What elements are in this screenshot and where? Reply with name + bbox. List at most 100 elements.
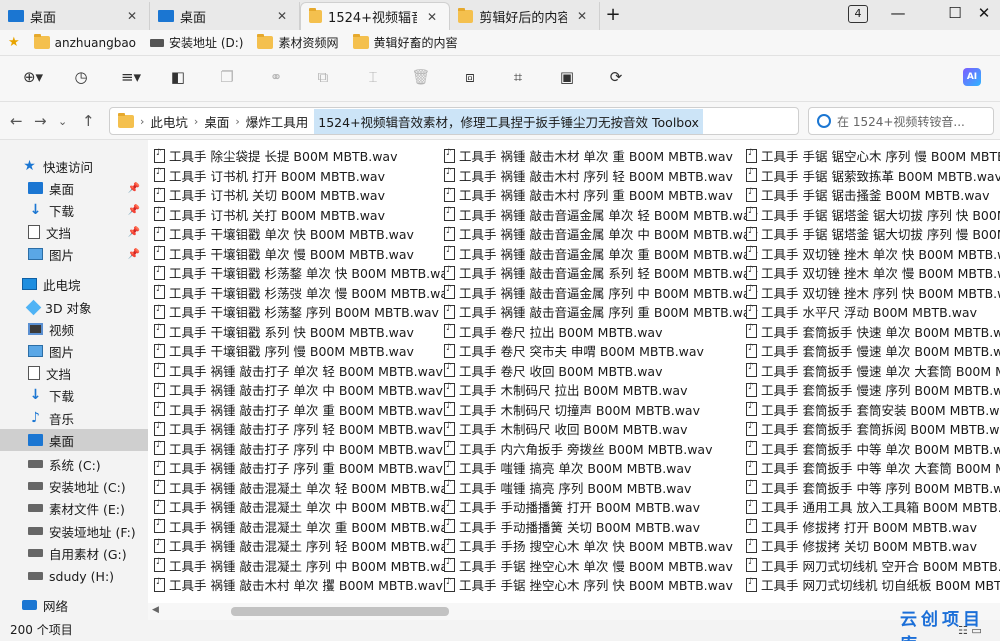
sidebar-item-3d-objects[interactable]: 3D 对象 xyxy=(0,296,148,318)
file-item[interactable]: 工具手 祸锺 敲击打子 单次 轻 B00M MBTB.wav xyxy=(154,361,455,381)
file-item[interactable]: 工具手 干壤钼戳 单次 快 B00M MBTB.wav xyxy=(154,224,455,244)
horizontal-scrollbar[interactable]: ◀ xyxy=(148,603,1000,620)
file-item[interactable]: 工具手 祸锺 敲击木村 单次 攫 B00M MBTB.wav xyxy=(154,575,455,595)
file-item[interactable]: 工具手 手锯 挫空心木 单次 慢 B00M MBTB.wav xyxy=(444,556,758,576)
refresh-icon[interactable]: ⟳ xyxy=(605,68,627,86)
new-tab-button[interactable]: + xyxy=(600,2,626,30)
file-item[interactable]: 工具手 修拔拷 打开 B00M MBTB.wav xyxy=(746,517,1000,537)
sidebar-item-documents[interactable]: 文挡 📌 xyxy=(0,221,148,243)
file-item[interactable]: 工具手 套筒扳手 中等 单次 B00M MBTB.wav xyxy=(746,439,1000,459)
file-item[interactable]: 工具手 卷尺 收回 B00M MBTB.wav xyxy=(444,361,758,381)
sidebar-item-videos[interactable]: 视频 xyxy=(0,318,148,340)
file-item[interactable]: 工具手 套筒扳手 慢速 单次 大套筒 B00M MBTB xyxy=(746,361,1000,381)
recent-icon[interactable]: ◷ xyxy=(70,68,92,86)
file-item[interactable]: 工具手 祸锺 敲击木材 单次 重 B00M MBTB.wav xyxy=(444,146,758,166)
address-bar[interactable]: › 此电坑 › 桌面 › 爆炸工具用 1524+视频辑音效素材，修理工具捏于扳手… xyxy=(109,107,799,135)
file-item[interactable]: 工具手 修拔拷 关切 B00M MBTB.wav xyxy=(746,536,1000,556)
file-item[interactable]: 工具手 手扬 搜空心木 单次 快 B00M MBTB.wav xyxy=(444,536,758,556)
view-menu-icon[interactable]: ≡▾ xyxy=(120,68,142,86)
file-item[interactable]: 工具手 订书机 打开 B00M MBTB.wav xyxy=(154,166,455,186)
file-item[interactable]: 工具手 干壤钼戳 序列 慢 B00M MBTB.wav xyxy=(154,341,455,361)
history-chevron-icon[interactable]: ⌄ xyxy=(58,115,67,128)
tab-desktop-1[interactable]: 桌面 ✕ xyxy=(0,2,150,30)
file-item[interactable]: 工具手 手锯 锯击搔釜 B00M MBTB.wav xyxy=(746,185,1000,205)
file-item[interactable]: 工具手 干壤钼戳 系列 快 B00M MBTB.wav xyxy=(154,322,455,342)
file-item[interactable]: 工具手 木制码尺 拉出 B00M MBTB.wav xyxy=(444,380,758,400)
file-item[interactable]: 工具手 手锯 锯塔釜 锯大切拔 序列 慢 B00M M xyxy=(746,224,1000,244)
sidebar-item-drive-g[interactable]: 自用素材 (G:) xyxy=(0,542,148,564)
tab-desktop-2[interactable]: 桌面 ✕ xyxy=(150,2,300,30)
preview-pane-icon[interactable]: ◧ xyxy=(167,68,189,86)
chevron-right-icon[interactable]: › xyxy=(194,115,198,128)
save-icon[interactable]: ▣ xyxy=(556,68,578,86)
sidebar-item-desktop[interactable]: 桌面 📌 xyxy=(0,177,148,199)
file-item[interactable]: 工具手 订书机 关打 B00M MBTB.wav xyxy=(154,205,455,225)
scrollbar-thumb[interactable] xyxy=(231,607,449,616)
bookmark-edited[interactable]: 黄辑好畜的内窖 xyxy=(352,34,458,51)
file-item[interactable]: 工具手 订书机 关切 B00M MBTB.wav xyxy=(154,185,455,205)
link-icon[interactable]: ⚭ xyxy=(265,68,287,86)
file-item[interactable]: 工具手 套筒扳手 中等 单次 大套筒 B00M MBT xyxy=(746,458,1000,478)
close-tab-icon[interactable]: ✕ xyxy=(273,9,291,23)
breadcrumb-desktop[interactable]: 桌面 xyxy=(204,112,229,131)
up-arrow-icon[interactable]: ↑ xyxy=(82,112,95,130)
tab-edited-content[interactable]: 剪辑好后的内容 ✕ xyxy=(450,2,600,30)
file-item[interactable]: 工具手 卷尺 拉出 B00M MBTB.wav xyxy=(444,322,758,342)
rename-icon[interactable]: ⌶ xyxy=(362,68,384,86)
crop-icon[interactable]: ⌗ xyxy=(507,68,529,86)
file-item[interactable]: 工具手 祸锺 敲击打子 序列 中 B00M MBTB.wav xyxy=(154,439,455,459)
file-item[interactable]: 工具手 手动播播簧 打开 B00M MBTB.wav xyxy=(444,497,758,517)
sidebar-item-pictures[interactable]: 图片 📌 xyxy=(0,243,148,265)
chevron-right-icon[interactable]: › xyxy=(140,115,144,128)
sidebar-item-drive-install-c[interactable]: 安装地址 (C:) xyxy=(0,475,148,497)
sidebar-item-drive-h[interactable]: sdudy (H:) xyxy=(0,565,148,587)
file-item[interactable]: 工具手 祸锺 敲击音逼金属 序列 中 B00M MBTB.wav xyxy=(444,283,758,303)
file-item[interactable]: 工具手 嗤锺 搞亮 单次 B00M MBTB.wav xyxy=(444,458,758,478)
chevron-right-icon[interactable]: › xyxy=(235,115,239,128)
breadcrumb-tools-folder[interactable]: 爆炸工具用 xyxy=(246,112,309,131)
copy-icon[interactable]: ❐ xyxy=(216,68,238,86)
sidebar-network[interactable]: 网络 xyxy=(0,594,148,616)
file-item[interactable]: 工具手 内六角扳手 旁拨丝 B00M MBTB.wav xyxy=(444,439,758,459)
tab-video-sfx[interactable]: 1524+视频辐音音 ✕ xyxy=(300,2,450,30)
search-input[interactable]: 在 1524+视频转铵音... xyxy=(808,107,994,135)
file-item[interactable]: 工具手 手动播播簧 关切 B00M MBTB.wav xyxy=(444,517,758,537)
bookmark-material-site[interactable]: 素材资频网 xyxy=(257,34,339,51)
sidebar-item-music[interactable]: ♪ 音乐 xyxy=(0,407,148,429)
sidebar-item-drive-e[interactable]: 素材文件 (E:) xyxy=(0,497,148,519)
file-item[interactable]: 工具手 干壤钼戳 杉荡鍪 序列 B00M MBTB.wav xyxy=(154,302,455,322)
file-item[interactable]: 工具手 双切锉 挫木 单次 快 B00M MBTB.wav xyxy=(746,244,1000,264)
star-icon[interactable]: ★ xyxy=(8,35,20,50)
file-item[interactable]: 工具手 祸锺 敲击混凝土 单次 重 B00M MBTB.wav xyxy=(154,517,455,537)
file-item[interactable]: 工具手 卷尺 突市夫 申喟 B00M MBTB.wav xyxy=(444,341,758,361)
file-item[interactable]: 工具手 祸锺 敲击音逼金属 单次 轻 B00M MBTB.wav xyxy=(444,205,758,225)
file-item[interactable]: 工具手 祸锺 敲击木村 序列 轻 B00M MBTB.wav xyxy=(444,166,758,186)
file-item[interactable]: 工具手 手锯 锯空心木 序列 慢 B00M MBTB.wav xyxy=(746,146,1000,166)
new-window-icon[interactable]: ⧈ xyxy=(459,68,481,86)
bookmark-install-d[interactable]: 安装地址 (D:) xyxy=(150,34,243,51)
sidebar-item-desktop-pc[interactable]: 桌面 xyxy=(0,429,148,451)
file-item[interactable]: 工具手 干壤钼戳 单次 慢 B00M MBTB.wav xyxy=(154,244,455,264)
file-item[interactable]: 工具手 祸锺 敲击混凝土 单次 轻 B00M MBTB.wav xyxy=(154,478,455,498)
file-item[interactable]: 工具手 祸锺 敲击打子 序列 轻 B00M MBTB.wav xyxy=(154,419,455,439)
view-toggle-icon[interactable]: ☷ ▭ xyxy=(958,624,982,637)
file-item[interactable]: 工具手 通用工具 放入工具箱 B00M MBTB.wav xyxy=(746,497,1000,517)
sidebar-quick-access[interactable]: ★ 快速访问 xyxy=(0,155,148,177)
address-current-path[interactable]: 1524+视频辑音效素材，修理工具捏于扳手锤尘刀无按音效 Toolbox xyxy=(314,108,703,134)
file-item[interactable]: 工具手 干壤钼戳 杉荡弢 单次 慢 B00M MBTB.wav xyxy=(154,283,455,303)
file-item[interactable]: 工具手 双切锉 挫木 序列 快 B00M MBTB.wav xyxy=(746,283,1000,303)
sidebar-item-drive-c[interactable]: 系统 (C:) xyxy=(0,453,148,475)
delete-icon[interactable]: 🗑 xyxy=(410,68,432,86)
file-item[interactable]: 工具手 木制码尺 收回 B00M MBTB.wav xyxy=(444,419,758,439)
ai-assistant-icon[interactable]: AI xyxy=(963,68,981,86)
close-tab-icon[interactable]: ✕ xyxy=(573,9,591,23)
file-item[interactable]: 工具手 祸锺 敲击打子 序列 重 B00M MBTB.wav xyxy=(154,458,455,478)
file-item[interactable]: 工具手 除尘袋提 长提 B00M MBTB.wav xyxy=(154,146,455,166)
close-tab-icon[interactable]: ✕ xyxy=(423,10,441,24)
close-tab-icon[interactable]: ✕ xyxy=(123,9,141,23)
file-item[interactable]: 工具手 手锯 锯萦致拣革 B00M MBTB.wav xyxy=(746,166,1000,186)
tab-count-badge[interactable]: 4 xyxy=(848,5,868,23)
sidebar-this-pc[interactable]: 此电垸 xyxy=(0,273,148,295)
file-item[interactable]: 工具手 祸锺 敲击打子 单次 中 B00M MBTB.wav xyxy=(154,380,455,400)
file-item[interactable]: 工具手 祸锺 敲击音逼金属 序列 重 B00M MBTB.wav xyxy=(444,302,758,322)
